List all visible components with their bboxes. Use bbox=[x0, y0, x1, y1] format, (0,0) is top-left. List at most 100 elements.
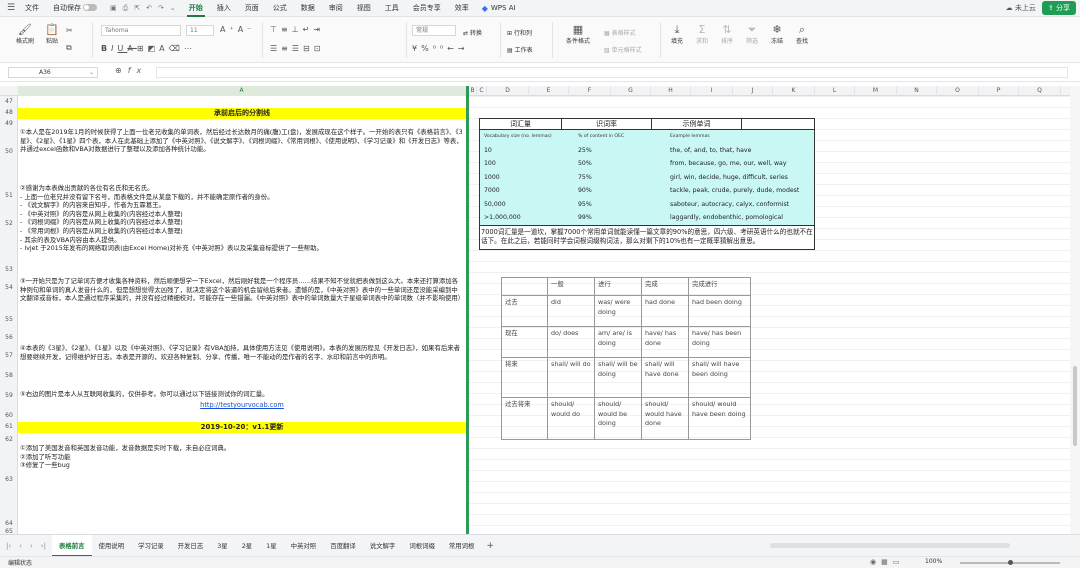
cloud-status[interactable]: ☁ 未上云 bbox=[1006, 3, 1036, 13]
wrap-text-icon[interactable]: ↵ bbox=[303, 25, 314, 34]
autosave-toggle[interactable]: 自动保存 bbox=[46, 0, 104, 17]
table-style-button[interactable]: ▦ 表格样式 bbox=[604, 28, 636, 37]
sheet-tab-roots-affixes[interactable]: 词根词缀 bbox=[402, 535, 442, 557]
save-icon[interactable]: ▣ bbox=[110, 4, 117, 13]
menu-tab-view[interactable]: 视图 bbox=[350, 0, 378, 17]
horizontal-scrollbar[interactable] bbox=[770, 543, 1010, 548]
row-header-55[interactable]: 55 bbox=[0, 316, 18, 323]
font-size-select[interactable]: 11 bbox=[186, 25, 214, 36]
sheet-pane-left[interactable]: 承前启后的分割线 ①本人是在2019年1月的时候获得了上面一位老兄收集的单词表，… bbox=[18, 96, 466, 534]
menu-tab-data[interactable]: 数据 bbox=[294, 0, 322, 17]
row-header-49[interactable]: 49 bbox=[0, 120, 18, 127]
fill-button[interactable]: ⤓ 填充 bbox=[666, 23, 688, 45]
merge-cells-icon[interactable]: ⊡ bbox=[314, 44, 325, 53]
copy-icon[interactable]: ⧉ bbox=[66, 43, 76, 52]
row-header-48[interactable]: 48 bbox=[0, 109, 18, 116]
normal-view-icon[interactable]: ▦ bbox=[881, 558, 893, 566]
clear-format-icon[interactable]: ⌫ bbox=[169, 44, 184, 53]
note-cell-2[interactable]: ②感谢为本表做出贡献的各位有名氏和无名氏。 - 上面一位老兄并没有留下名号，而表… bbox=[20, 184, 464, 253]
row-header-47[interactable]: 47 bbox=[0, 98, 18, 105]
undo-icon[interactable]: ↶ bbox=[146, 4, 152, 13]
note-cell-5[interactable]: ⑤右边的图片是本人从互联网收集的，仅供参考。你可以通过以下链接测试你的词汇量。 bbox=[20, 390, 464, 399]
row-header-58[interactable]: 58 bbox=[0, 372, 18, 379]
column-header-f[interactable]: F bbox=[569, 86, 611, 96]
column-header-q[interactable]: Q bbox=[1019, 86, 1061, 96]
row-header-60[interactable]: 60 bbox=[0, 412, 18, 419]
column-header-p[interactable]: P bbox=[979, 86, 1019, 96]
convert-button[interactable]: ⇄ 转换 bbox=[463, 28, 482, 37]
row-header-59[interactable]: 59 bbox=[0, 392, 18, 399]
toggle-switch-icon[interactable] bbox=[83, 4, 97, 11]
sheet-tab-2star[interactable]: 2星 bbox=[235, 535, 259, 557]
cell-style-button[interactable]: ▧ 单元格样式 bbox=[604, 45, 642, 54]
update-notes-cell[interactable]: ①添加了美国发音和英国发音功能，发音数据是实时下载，未自必应词典。 ②添加了听写… bbox=[20, 444, 464, 470]
column-header-h[interactable]: H bbox=[651, 86, 691, 96]
more-icon[interactable]: ⋯ bbox=[184, 44, 196, 53]
sheet-tab-dev-log[interactable]: 开发日志 bbox=[171, 535, 211, 557]
column-header-n[interactable]: N bbox=[897, 86, 937, 96]
sheet-tab-3star[interactable]: 3星 bbox=[210, 535, 234, 557]
column-header-d[interactable]: D bbox=[487, 86, 529, 96]
menu-tab-insert[interactable]: 插入 bbox=[210, 0, 238, 17]
fx-icon[interactable]: fx bbox=[128, 66, 148, 75]
wps-ai-button[interactable]: ◆ WPS AI bbox=[476, 4, 522, 13]
font-color-icon[interactable]: A bbox=[159, 44, 168, 53]
row-header-53[interactable]: 53 bbox=[0, 266, 18, 273]
name-box[interactable]: A36 ⌄ bbox=[8, 67, 98, 78]
sheet-pane-right[interactable]: 词汇量 识词率 示例单词 Vocabulary size (no. lemmas… bbox=[469, 96, 1070, 534]
last-sheet-icon[interactable]: ›| bbox=[41, 542, 46, 550]
increase-decimal-icon[interactable]: ← bbox=[447, 44, 458, 53]
sheet-tab-cn-en[interactable]: 中英对照 bbox=[284, 535, 324, 557]
menu-tab-home[interactable]: 开始 bbox=[182, 0, 210, 17]
sheet-tab-common-roots[interactable]: 常用词根 bbox=[442, 535, 482, 557]
number-format-select[interactable]: 常规 bbox=[412, 25, 456, 36]
menu-tab-page[interactable]: 页面 bbox=[238, 0, 266, 17]
worksheet-button[interactable]: ▤ 工作表 bbox=[507, 45, 533, 54]
next-sheet-icon[interactable]: › bbox=[30, 542, 33, 550]
chevron-down-icon[interactable]: ⌄ bbox=[170, 4, 176, 13]
freeze-button[interactable]: ❄ 冻结 bbox=[766, 23, 788, 45]
align-top-icon[interactable]: ⊤ bbox=[270, 25, 281, 34]
sheet-tab-preface[interactable]: 表格前言 bbox=[51, 534, 92, 557]
vocab-test-link[interactable]: http://testyourvocab.com bbox=[18, 401, 466, 409]
scrollbar-thumb[interactable] bbox=[1073, 366, 1077, 446]
row-header-50[interactable]: 50 bbox=[0, 148, 18, 155]
decrease-font-icon[interactable]: A⁻ bbox=[238, 25, 256, 34]
column-header-c[interactable]: C bbox=[477, 86, 487, 96]
print-icon[interactable]: ⎙ bbox=[123, 4, 129, 13]
row-header-62[interactable]: 62 bbox=[0, 436, 18, 443]
note-cell-1[interactable]: ①本人是在2019年1月的时候获得了上面一位老兄收集的单词表，然后经过长达数月的… bbox=[20, 128, 464, 154]
filter-button[interactable]: ⏷ 筛选 bbox=[741, 23, 763, 45]
zoom-search-icon[interactable]: ⊕ bbox=[115, 66, 128, 75]
align-middle-icon[interactable]: ≡ bbox=[281, 25, 292, 34]
formula-input[interactable] bbox=[156, 67, 1068, 78]
zoom-slider[interactable] bbox=[960, 560, 1060, 565]
align-left-icon[interactable]: ☰ bbox=[270, 44, 281, 53]
page-view-icon[interactable]: ▭ bbox=[893, 558, 905, 566]
note-cell-4[interactable]: ④本表的《3星》、《2星》、《1星》以及《中英对照》、《学习记录》有VBA加持，… bbox=[20, 344, 464, 361]
rows-cols-button[interactable]: ⊞ 行和列 bbox=[507, 28, 532, 37]
column-header-b[interactable]: B bbox=[469, 86, 477, 96]
decrease-decimal-icon[interactable]: → bbox=[458, 44, 469, 53]
row-header-56[interactable]: 56 bbox=[0, 334, 18, 341]
menu-tab-efficiency[interactable]: 效率 bbox=[448, 0, 476, 17]
paste-button[interactable]: 📋 粘贴 bbox=[40, 23, 64, 45]
menu-file[interactable]: 文件 bbox=[18, 0, 46, 17]
sheet-tab-shuowen[interactable]: 说文解字 bbox=[363, 535, 403, 557]
export-icon[interactable]: ⇱ bbox=[134, 4, 140, 13]
column-header-k[interactable]: K bbox=[773, 86, 815, 96]
format-painter-button[interactable]: 🖌 格式刷 bbox=[12, 23, 38, 45]
menu-tab-member[interactable]: 会员专享 bbox=[406, 0, 448, 17]
currency-icon[interactable]: ¥ bbox=[412, 44, 421, 53]
redo-icon[interactable]: ↷ bbox=[158, 4, 164, 13]
eye-icon[interactable]: ◉ bbox=[870, 558, 881, 566]
column-header-l[interactable]: L bbox=[815, 86, 855, 96]
chevron-down-icon[interactable]: ⌄ bbox=[89, 68, 94, 77]
vertical-scrollbar[interactable] bbox=[1070, 86, 1080, 534]
indent-icon[interactable]: ⇥ bbox=[313, 25, 324, 34]
row-header-61[interactable]: 61 bbox=[0, 423, 18, 430]
prev-sheet-icon[interactable]: ‹ bbox=[19, 542, 22, 550]
underline-icon[interactable]: U bbox=[117, 44, 127, 53]
sum-button[interactable]: Σ 求和 bbox=[691, 23, 713, 45]
align-right-icon[interactable]: ☰ bbox=[292, 44, 303, 53]
